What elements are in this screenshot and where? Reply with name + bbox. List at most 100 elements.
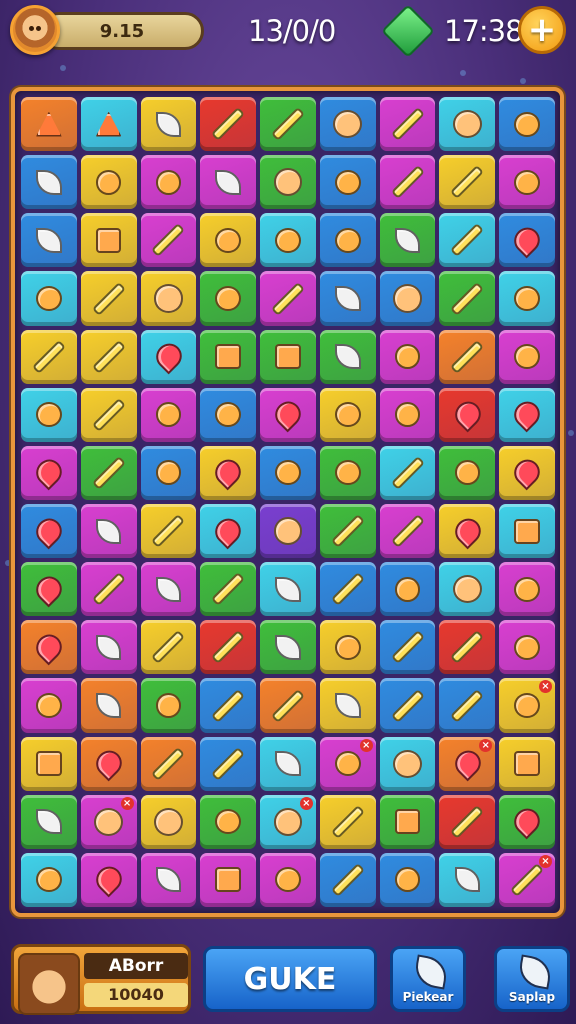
tile-r9-c1[interactable] xyxy=(80,620,137,675)
tile-r13-c7[interactable] xyxy=(439,852,496,907)
tile-r7-c7[interactable] xyxy=(439,503,496,559)
tile-r5-c0[interactable] xyxy=(21,387,77,442)
tile-r2-c1[interactable] xyxy=(80,213,137,268)
tile-r2-c2[interactable] xyxy=(140,213,197,268)
tile-r13-c5[interactable] xyxy=(319,852,376,907)
tile-r12-c0[interactable] xyxy=(21,794,77,849)
tile-r4-c8[interactable] xyxy=(499,329,555,384)
tile-r12-c5[interactable] xyxy=(319,794,376,849)
tile-r8-c7[interactable] xyxy=(439,562,496,617)
tile-r7-c2[interactable] xyxy=(140,503,197,559)
tile-r13-c0[interactable] xyxy=(21,852,77,907)
tile-r1-c7[interactable] xyxy=(439,155,496,210)
tile-r12-c3[interactable] xyxy=(200,794,257,849)
tile-r11-c0[interactable] xyxy=(21,736,77,791)
tile-r2-c8[interactable] xyxy=(499,213,555,268)
tile-r8-c5[interactable] xyxy=(319,562,376,617)
tile-r5-c4[interactable] xyxy=(260,387,316,442)
tile-r6-c2[interactable] xyxy=(140,445,197,500)
tile-r6-c4[interactable] xyxy=(260,445,316,500)
tile-r5-c1[interactable] xyxy=(80,387,137,442)
tile-r9-c5[interactable] xyxy=(319,620,376,675)
tile-r4-c7[interactable] xyxy=(439,329,496,384)
tile-r9-c8[interactable] xyxy=(499,620,555,675)
tile-r4-c2[interactable] xyxy=(140,329,197,384)
tile-r3-c7[interactable] xyxy=(439,271,496,326)
tile-r4-c0[interactable] xyxy=(21,329,77,384)
tile-r2-c5[interactable] xyxy=(319,213,376,268)
tile-r5-c3[interactable] xyxy=(200,387,257,442)
tile-r9-c7[interactable] xyxy=(439,620,496,675)
tile-r13-c1[interactable] xyxy=(80,852,137,907)
tile-r8-c8[interactable] xyxy=(499,562,555,617)
tile-r3-c0[interactable] xyxy=(21,271,77,326)
tile-r6-c1[interactable] xyxy=(80,445,137,500)
tile-r2-c7[interactable] xyxy=(439,213,496,268)
tile-r3-c8[interactable] xyxy=(499,271,555,326)
tile-r0-c4[interactable] xyxy=(260,97,316,152)
tile-r9-c2[interactable] xyxy=(140,620,197,675)
tile-r4-c3[interactable] xyxy=(200,329,257,384)
tile-r2-c6[interactable] xyxy=(379,213,436,268)
tile-r5-c5[interactable] xyxy=(319,387,376,442)
tile-r1-c5[interactable] xyxy=(319,155,376,210)
tile-r3-c6[interactable] xyxy=(379,271,436,326)
tile-r2-c4[interactable] xyxy=(260,213,316,268)
tile-r12-c2[interactable] xyxy=(140,794,197,849)
tile-r12-c8[interactable] xyxy=(499,794,555,849)
tile-r13-c4[interactable] xyxy=(260,852,316,907)
tile-r3-c3[interactable] xyxy=(200,271,257,326)
tile-r8-c1[interactable] xyxy=(80,562,137,617)
tile-r13-c8[interactable]: × xyxy=(499,852,555,907)
tile-r11-c5[interactable]: × xyxy=(319,736,376,791)
tile-r4-c5[interactable] xyxy=(319,329,376,384)
tile-r10-c8[interactable]: × xyxy=(499,678,555,733)
tile-r10-c7[interactable] xyxy=(439,678,496,733)
tile-r10-c2[interactable] xyxy=(140,678,197,733)
tile-r13-c2[interactable] xyxy=(140,852,197,907)
tile-r10-c1[interactable] xyxy=(80,678,137,733)
tile-r12-c7[interactable] xyxy=(439,794,496,849)
tile-r9-c3[interactable] xyxy=(200,620,257,675)
tile-r7-c5[interactable] xyxy=(319,503,376,559)
tile-r4-c1[interactable] xyxy=(80,329,137,384)
tile-r0-c8[interactable] xyxy=(499,97,555,152)
profile-avatar-icon[interactable] xyxy=(10,5,60,55)
tile-r11-c8[interactable] xyxy=(499,736,555,791)
tile-r11-c7[interactable]: × xyxy=(439,736,496,791)
tile-r2-c0[interactable] xyxy=(21,213,77,268)
player-card[interactable]: ABorr 10040 xyxy=(11,944,191,1015)
tile-r0-c7[interactable] xyxy=(439,97,496,152)
tile-r4-c4[interactable] xyxy=(260,329,316,384)
tile-r7-c4[interactable] xyxy=(260,503,316,559)
tile-r3-c5[interactable] xyxy=(319,271,376,326)
tile-r1-c3[interactable] xyxy=(200,155,257,210)
tile-r13-c6[interactable] xyxy=(379,852,436,907)
tile-r0-c1[interactable] xyxy=(80,97,137,152)
tile-r3-c4[interactable] xyxy=(260,271,316,326)
tile-r1-c8[interactable] xyxy=(499,155,555,210)
tile-r10-c3[interactable] xyxy=(200,678,257,733)
tile-r7-c1[interactable] xyxy=(80,503,137,559)
tile-r10-c5[interactable] xyxy=(319,678,376,733)
tile-r0-c2[interactable] xyxy=(140,97,197,152)
tile-r9-c0[interactable] xyxy=(21,620,77,675)
tile-r12-c6[interactable] xyxy=(379,794,436,849)
tile-r8-c2[interactable] xyxy=(140,562,197,617)
tile-r10-c0[interactable] xyxy=(21,678,77,733)
tile-r11-c6[interactable] xyxy=(379,736,436,791)
tile-r2-c3[interactable] xyxy=(200,213,257,268)
tile-r8-c6[interactable] xyxy=(379,562,436,617)
tile-r9-c6[interactable] xyxy=(379,620,436,675)
tile-r11-c2[interactable] xyxy=(140,736,197,791)
tile-r1-c1[interactable] xyxy=(80,155,137,210)
tile-r0-c6[interactable] xyxy=(379,97,436,152)
tile-r13-c3[interactable] xyxy=(200,852,257,907)
tile-r1-c4[interactable] xyxy=(260,155,316,210)
tile-r6-c8[interactable] xyxy=(499,445,555,500)
tile-r3-c1[interactable] xyxy=(80,271,137,326)
tile-r1-c6[interactable] xyxy=(379,155,436,210)
tile-r6-c7[interactable] xyxy=(439,445,496,500)
right-action-button[interactable]: Saplap xyxy=(494,946,570,1012)
tile-r8-c4[interactable] xyxy=(260,562,316,617)
